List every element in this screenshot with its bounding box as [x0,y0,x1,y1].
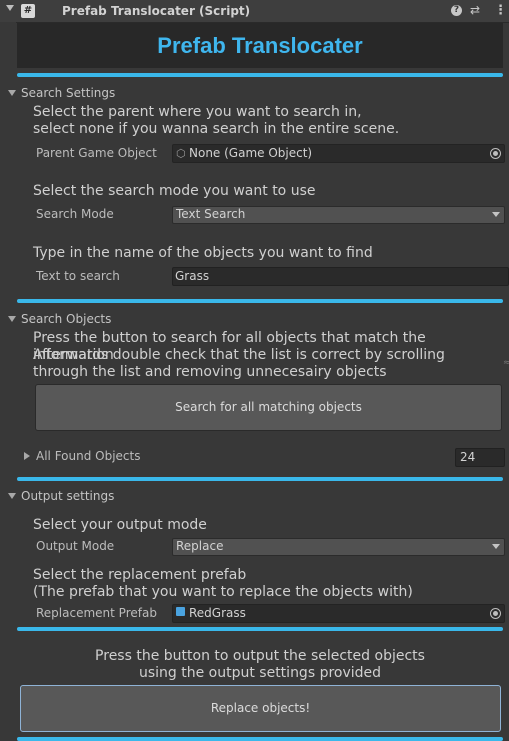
object-picker-icon[interactable] [490,608,501,619]
context-menu-icon[interactable]: ⋮ [494,3,507,18]
help-icon[interactable]: ? [451,5,462,16]
description-text: Press the button to output the selected … [95,648,425,664]
output-mode-label: Output Mode [36,539,115,553]
description-text: Select the replacement prefab [33,567,247,583]
replacement-prefab-value: RedGrass [189,606,246,620]
parent-game-object-value: None (Game Object) [189,146,313,160]
left-gutter [0,22,16,741]
chevron-down-icon [492,212,500,217]
scrollbar-handle[interactable]: ≈ [503,358,509,368]
section-title-search-objects[interactable]: Search Objects [21,312,111,326]
search-all-matching-button[interactable]: Search for all matching objects [35,384,502,431]
description-text: Type in the name of the objects you want… [33,245,373,261]
description-text: through the list and removing unnecesair… [33,364,387,380]
parent-game-object-label: Parent Game Object [36,146,157,160]
banner-title: Prefab Translocater [157,33,363,58]
description-text: (The prefab that you want to replace the… [33,584,413,600]
prefab-cube-icon [176,607,185,616]
text-to-search-label: Text to search [36,269,120,283]
found-objects-count: 24 [460,450,476,464]
description-text: Afterwards double check that the list is… [33,347,445,363]
section-title-output-settings[interactable]: Output settings [21,489,114,503]
component-fold-arrow-icon[interactable] [6,5,14,11]
description-text: Select the search mode you want to use [33,183,316,199]
object-picker-icon[interactable] [490,148,501,159]
description-text: Select your output mode [33,517,207,533]
foldout-arrow-icon[interactable] [8,316,16,322]
foldout-arrow-icon[interactable] [8,90,16,96]
divider-line [17,299,503,303]
presets-icon[interactable]: ⇄ [470,3,480,17]
foldout-arrow-icon[interactable] [8,493,16,499]
description-text: select none if you wanna search in the e… [33,121,400,137]
replacement-prefab-label: Replacement Prefab [36,606,157,620]
game-object-icon: ⬡ [176,147,186,160]
divider-line [17,477,503,481]
chevron-down-icon [492,544,500,549]
all-found-objects-label[interactable]: All Found Objects [36,449,140,463]
section-title-search-settings[interactable]: Search Settings [21,86,115,100]
search-mode-value: Text Search [176,207,246,221]
description-text: using the output settings provided [138,665,382,681]
foldout-arrow-icon[interactable] [24,452,30,460]
divider-line [17,73,503,77]
description-text: Select the parent where you want to sear… [33,104,362,120]
output-mode-value: Replace [176,539,224,553]
script-icon: # [21,4,35,18]
text-to-search-value: Grass [175,269,210,283]
text-to-search-input[interactable] [172,267,509,286]
divider-line [17,627,503,631]
divider-line [17,737,503,741]
component-title: Prefab Translocater (Script) [62,4,251,18]
search-mode-label: Search Mode [36,207,114,221]
replace-objects-button[interactable]: Replace objects! [20,685,501,732]
